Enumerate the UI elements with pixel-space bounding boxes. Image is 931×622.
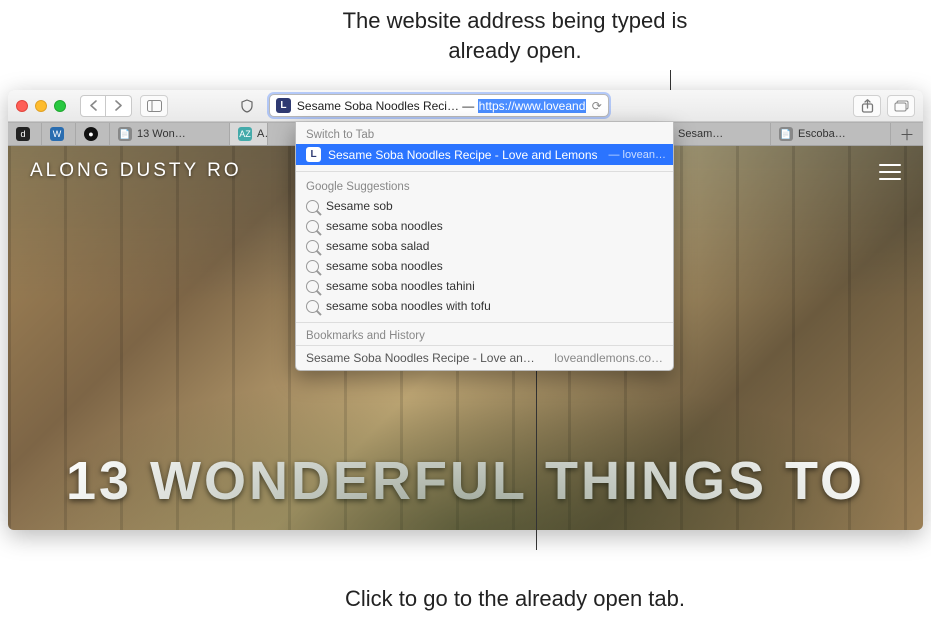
tab-5-active[interactable]: AZA…: [230, 123, 268, 145]
search-icon: [306, 280, 319, 293]
tab-6-label: Sesam…: [678, 128, 723, 140]
address-text: Sesame Soba Noodles Reci… — https://www.…: [297, 99, 586, 113]
tab-2[interactable]: W: [42, 123, 76, 145]
switch-to-tab-header: Switch to Tab: [296, 126, 673, 144]
suggestion-text: sesame soba noodles: [326, 259, 443, 273]
suggestion-item[interactable]: Sesame sob: [296, 196, 673, 216]
suggestion-item[interactable]: sesame soba salad: [296, 236, 673, 256]
search-icon: [306, 220, 319, 233]
address-favicon: L: [276, 98, 291, 113]
suggestion-text: sesame soba noodles: [326, 219, 443, 233]
minimize-window-button[interactable]: [35, 100, 47, 112]
safari-window: L Sesame Soba Noodles Reci… — https://ww…: [8, 90, 923, 530]
search-icon: [306, 260, 319, 273]
suggestion-favicon: L: [306, 147, 321, 162]
search-icon: [306, 240, 319, 253]
bookmarks-history-header: Bookmarks and History: [296, 325, 673, 345]
suggestion-item[interactable]: sesame soba noodles with tofu: [296, 296, 673, 316]
suggestion-item[interactable]: sesame soba noodles: [296, 256, 673, 276]
site-title: ALONG DUSTY RO: [30, 160, 242, 182]
window-controls: [16, 100, 72, 112]
tab-7-label: Escoba…: [798, 128, 846, 140]
search-icon: [306, 200, 319, 213]
address-bar[interactable]: L Sesame Soba Noodles Reci… — https://ww…: [269, 94, 609, 117]
bookmarks-history-title: Sesame Soba Noodles Recipe - Love an…: [306, 351, 535, 365]
hamburger-menu-icon[interactable]: [879, 164, 901, 180]
google-suggestions-header: Google Suggestions: [296, 178, 673, 196]
forward-button[interactable]: [106, 95, 132, 117]
annotation-top: The website address being typed is alrea…: [315, 6, 715, 65]
tab-7[interactable]: 📄Escoba…: [771, 123, 891, 145]
suggestion-item[interactable]: sesame soba noodles: [296, 216, 673, 236]
tab-5-label: A…: [257, 128, 268, 140]
sidebar-toggle-button[interactable]: [140, 95, 168, 117]
suggestion-text: sesame soba salad: [326, 239, 429, 253]
reload-icon[interactable]: ⟳: [592, 99, 602, 113]
tab-4-label: 13 Won…: [137, 128, 186, 140]
suggestion-text: sesame soba noodles tahini: [326, 279, 475, 293]
back-button[interactable]: [80, 95, 106, 117]
share-button[interactable]: [853, 95, 881, 117]
switch-to-tab-title: Sesame Soba Noodles Recipe - Love and Le…: [328, 148, 598, 162]
annotation-bottom: Click to go to the already open tab.: [315, 584, 715, 614]
suggestion-text: sesame soba noodles with tofu: [326, 299, 491, 313]
close-window-button[interactable]: [16, 100, 28, 112]
suggestion-item[interactable]: sesame soba noodles tahini: [296, 276, 673, 296]
switch-to-tab-sub: — lovean…: [609, 149, 666, 161]
fullscreen-window-button[interactable]: [54, 100, 66, 112]
search-icon: [306, 300, 319, 313]
privacy-shield-icon[interactable]: [233, 95, 261, 117]
suggestion-text: Sesame sob: [326, 199, 393, 213]
switch-to-tab-item[interactable]: L Sesame Soba Noodles Recipe - Love and …: [296, 144, 673, 165]
show-tabs-button[interactable]: [887, 95, 915, 117]
tab-3[interactable]: ●: [76, 123, 110, 145]
page-headline: 13 WONDERFUL THINGS TO: [8, 450, 923, 512]
new-tab-button[interactable]: ＋: [891, 123, 923, 145]
tab-1[interactable]: d: [8, 123, 42, 145]
bookmarks-history-domain: loveandlemons.co…: [554, 351, 663, 365]
bookmarks-history-item[interactable]: Sesame Soba Noodles Recipe - Love an… lo…: [296, 345, 673, 370]
tab-4[interactable]: 📄13 Won…: [110, 123, 230, 145]
titlebar: L Sesame Soba Noodles Reci… — https://ww…: [8, 90, 923, 122]
nav-buttons: [80, 95, 132, 117]
address-suggestions-dropdown: Switch to Tab L Sesame Soba Noodles Reci…: [295, 122, 674, 371]
